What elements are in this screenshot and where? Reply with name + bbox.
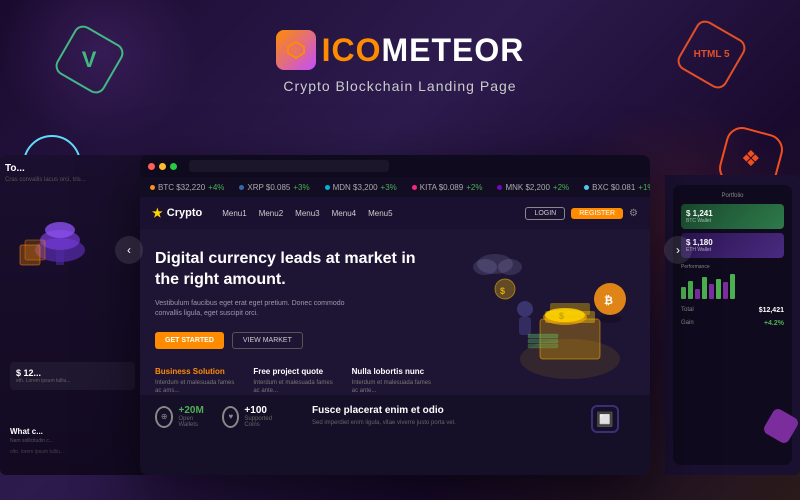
left-panel: To... Cras convallis lacus orci, tris...… xyxy=(0,155,145,475)
svg-text:$: $ xyxy=(559,311,564,321)
page-subtitle: Crypto Blockchain Landing Page xyxy=(0,78,800,94)
logo-icon xyxy=(276,30,316,70)
gear-icon[interactable]: ⚙ xyxy=(629,208,638,219)
hero-title: Digital currency leads at market in the … xyxy=(155,249,435,291)
browser-nav: ★ Crypto Menu1 Menu2 Menu3 Menu4 Menu5 L… xyxy=(140,197,650,229)
nav-actions: LOGIN REGISTER ⚙ xyxy=(525,207,638,220)
browser-dot-minimize xyxy=(159,163,166,170)
register-button[interactable]: REGISTER xyxy=(571,208,623,219)
left-sub-section: What c... Nam sollicitudin c... olto. lo… xyxy=(10,427,64,456)
browser-bottom: ⊕ +20M Open Wallets ♥ +100 Supported Coi… xyxy=(140,395,650,475)
nav-menu: Menu1 Menu2 Menu3 Menu4 Menu5 xyxy=(222,209,392,218)
browser-mockup: BTC $32,220 +4% XRP $0.085 +3% MDN $3,20… xyxy=(140,155,650,475)
feature-nulla-title: Nulla lobortis nunc xyxy=(352,367,435,376)
star-icon: ★ xyxy=(152,206,163,220)
features-row: Business Solution Interdum et malesuada … xyxy=(155,367,435,396)
nav-arrow-left[interactable]: ‹ xyxy=(115,236,143,264)
left-panel-title: To... Cras convallis lacus orci, tris... xyxy=(5,163,86,185)
logo-meteor-part: METEOR xyxy=(382,32,525,68)
phone-numbers: Total $12,421 Gain +4.2% xyxy=(681,307,784,327)
feature-quote-desc: Interdum et malesuada fames ac ante... xyxy=(253,379,336,396)
nav-menu-5[interactable]: Menu5 xyxy=(368,209,392,218)
svg-text:₿: ₿ xyxy=(604,295,613,307)
header: ICOMETEOR Crypto Blockchain Landing Page xyxy=(0,0,800,94)
ticker-btc: BTC $32,220 +4% xyxy=(150,183,224,192)
browser-top-bar xyxy=(140,155,650,177)
ticker-kita: KITA $0.089 +2% xyxy=(412,183,483,192)
bottom-icon: 🔲 xyxy=(575,405,635,433)
ticker-xrp: XRP $0.085 +3% xyxy=(239,183,309,192)
phone-card-eth: $ 1,180 ETH Wallet xyxy=(681,233,784,258)
feature-quote-title: Free project quote xyxy=(253,367,336,376)
nav-arrow-right[interactable]: › xyxy=(664,236,692,264)
left-price-card: $ 12... eth. Lorem ipsum tulliu... xyxy=(10,362,135,395)
logo-text: ICOMETEOR xyxy=(322,32,525,69)
login-button[interactable]: LOGIN xyxy=(525,207,565,220)
phone-chart: Performance xyxy=(681,264,784,299)
figma-icon: ❖ xyxy=(741,146,761,172)
feature-business-title: Business Solution xyxy=(155,367,238,376)
logo-container: ICOMETEOR xyxy=(0,30,800,70)
browser-dot-close xyxy=(148,163,155,170)
feature-nulla-desc: Interdum et malesuada fames ac ante... xyxy=(352,379,435,396)
browser-dot-fullscreen xyxy=(170,163,177,170)
phone-card-btc: $ 1,241 BTC Wallet xyxy=(681,204,784,229)
logo-ico-part: ICO xyxy=(322,32,382,68)
nav-menu-4[interactable]: Menu4 xyxy=(332,209,356,218)
bottom-text-section: Fusce placerat enim et odio Sed imperdie… xyxy=(297,405,555,427)
feature-business-desc: Interdum et malesuada fames ac ams... xyxy=(155,379,238,396)
view-market-button[interactable]: VIEW MARKET xyxy=(232,332,303,349)
get-started-button[interactable]: GET STARTED xyxy=(155,332,224,349)
ticker-bxc: BXC $0.081 +1% xyxy=(584,183,650,192)
site-logo-text: Crypto xyxy=(167,207,202,219)
hero-buttons: GET STARTED VIEW MARKET xyxy=(155,332,435,349)
stat-wallets: ⊕ +20M Open Wallets xyxy=(155,405,207,430)
site-logo: ★ Crypto xyxy=(152,206,202,220)
nav-menu-2[interactable]: Menu2 xyxy=(259,209,283,218)
feature-quote: Free project quote Interdum et malesuada… xyxy=(253,367,336,396)
stat-coins: ♥ +100 Supported Coins xyxy=(222,405,277,430)
bottom-stats: ⊕ +20M Open Wallets ♥ +100 Supported Coi… xyxy=(155,405,277,430)
nav-menu-3[interactable]: Menu3 xyxy=(295,209,319,218)
feature-nulla: Nulla lobortis nunc Interdum et malesuad… xyxy=(352,367,435,396)
ticker-bar: BTC $32,220 +4% XRP $0.085 +3% MDN $3,20… xyxy=(140,177,650,197)
feature-business: Business Solution Interdum et malesuada … xyxy=(155,367,238,396)
svg-text:$: $ xyxy=(500,286,505,296)
hero-description: Vestibulum faucibus eget erat eget preti… xyxy=(155,299,355,320)
iso-tree-graphic xyxy=(10,195,110,300)
ticker-mdn: MDN $3,200 +3% xyxy=(325,183,397,192)
nav-menu-1[interactable]: Menu1 xyxy=(222,209,246,218)
ticker-mnk: MNK $2,200 +2% xyxy=(497,183,569,192)
